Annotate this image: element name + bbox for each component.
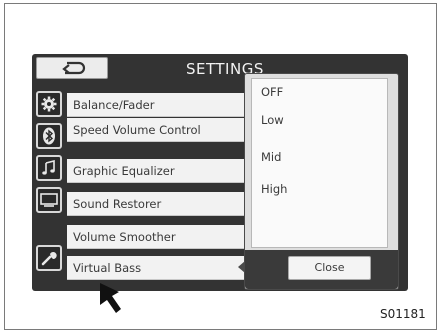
option-high[interactable]: High [261,182,287,196]
sidebar-item-audio[interactable] [36,155,62,181]
option-low[interactable]: Low [261,113,284,127]
close-button[interactable]: Close [288,256,371,280]
sidebar-item-bluetooth[interactable] [36,123,62,149]
sidebar-item-settings[interactable] [36,91,62,117]
option-mid[interactable]: Mid [261,150,281,164]
list-item-balance-fader[interactable]: Balance/Fader [67,93,249,117]
figure-code: S01181 [380,307,426,321]
gear-icon [41,96,57,112]
list-item-volume-smoother[interactable]: Volume Smoother [67,225,249,249]
music-note-icon [42,160,55,175]
list-item-virtual-bass[interactable]: Virtual Bass [67,256,249,280]
option-off[interactable]: OFF [261,85,283,99]
list-item-speed-volume-control[interactable]: Speed Volume Control [67,118,249,142]
pointer-arrow-icon [100,283,121,313]
list-item-sound-restorer[interactable]: Sound Restorer [67,192,249,216]
bluetooth-icon [43,127,55,145]
back-arrow-icon [62,61,86,75]
display-icon [40,193,58,207]
back-button[interactable] [36,57,108,79]
sidebar-item-tools[interactable] [36,245,62,271]
wrench-icon [41,252,57,266]
list-item-graphic-equalizer[interactable]: Graphic Equalizer [67,159,249,183]
popup-pointer [238,261,245,273]
sidebar-item-display[interactable] [36,187,62,213]
